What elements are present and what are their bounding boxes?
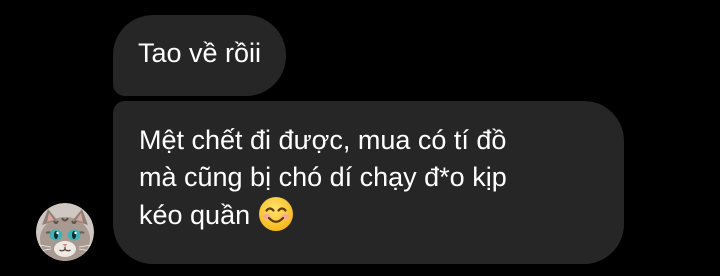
message-text: Tao về rồii — [138, 38, 262, 68]
message-text-line: Mệt chết đi được, mua có tí đồ — [139, 125, 507, 155]
message-text-line-with-emoji: kéo quần — [139, 196, 600, 234]
smiling-face-emoji-icon — [259, 197, 294, 231]
cat-avatar-icon — [36, 203, 94, 261]
message-text-line: kéo quần — [139, 200, 251, 230]
message-text-line: mà cũng bị chó dí chạy đ*o kịp — [139, 162, 507, 192]
message-bubble[interactable]: Tao về rồii — [113, 15, 287, 96]
sender-avatar[interactable] — [36, 203, 94, 261]
message-bubble[interactable]: Mệt chết đi được, mua có tí đồ mà cũng b… — [113, 101, 624, 264]
